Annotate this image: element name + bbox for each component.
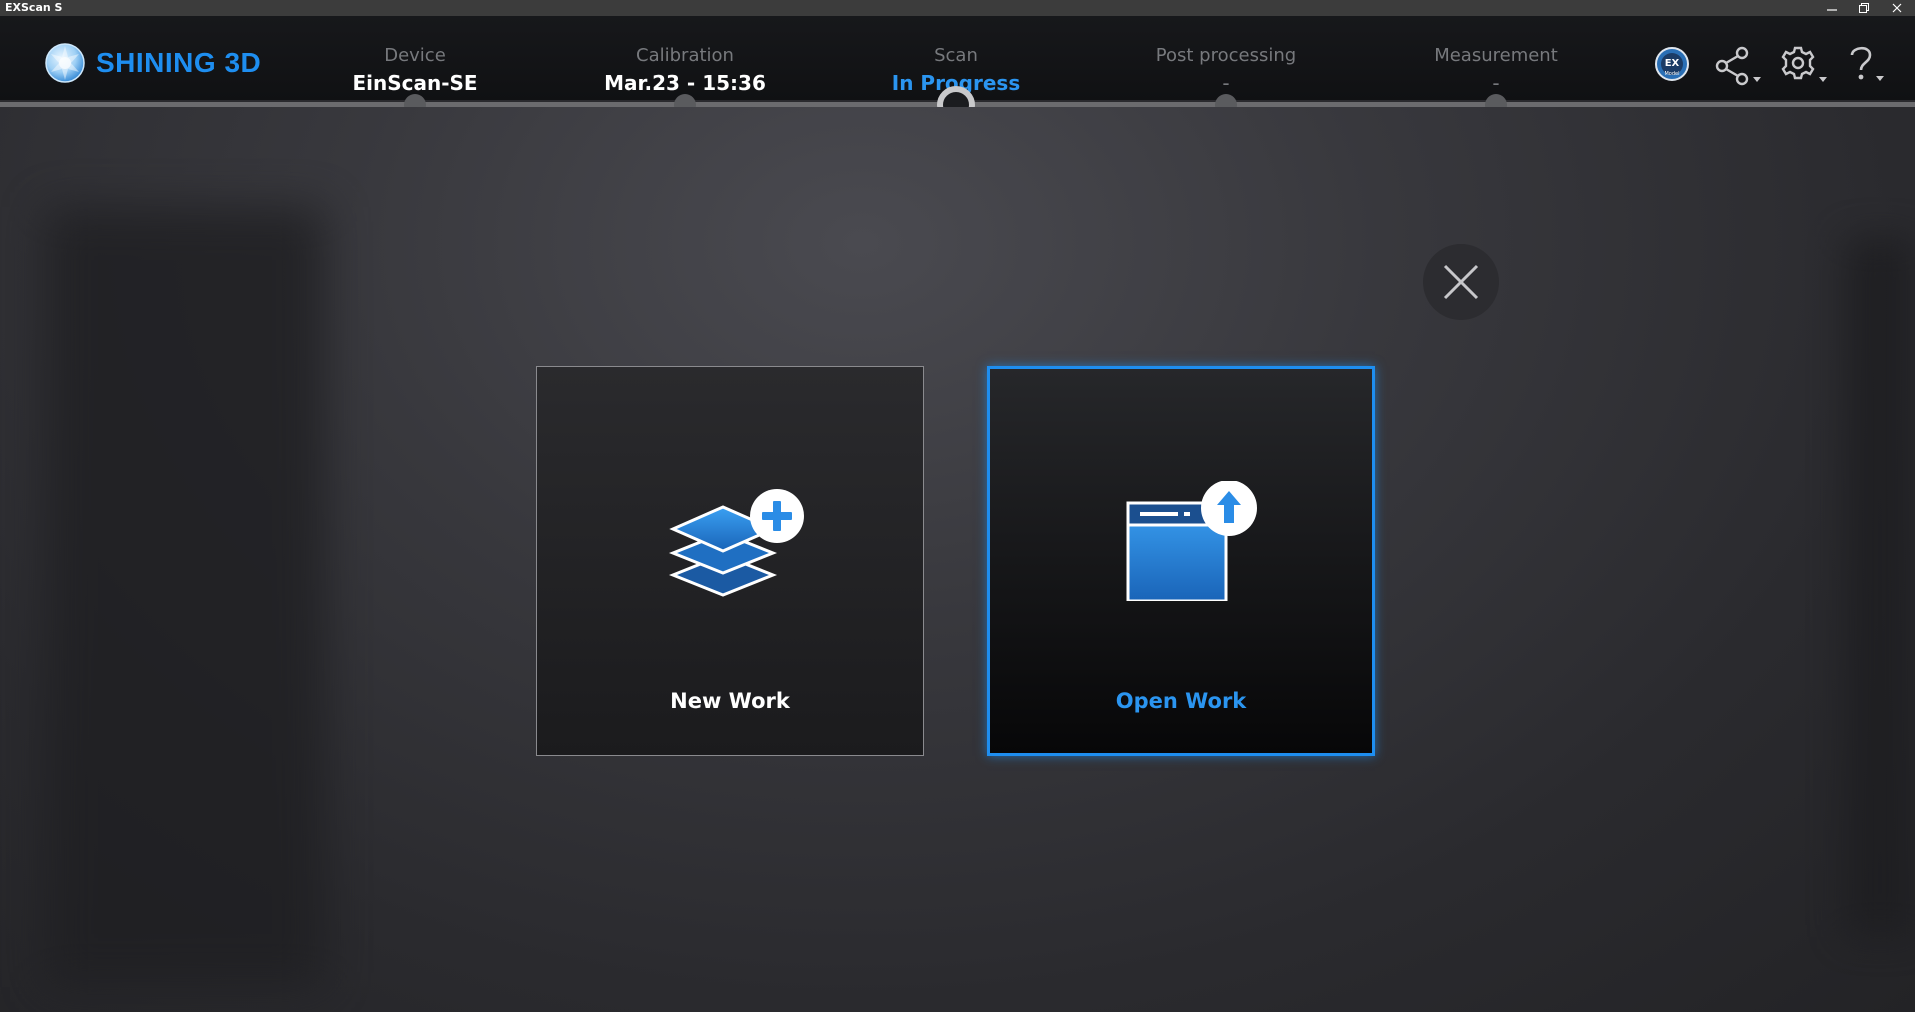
close-dialog-button[interactable] xyxy=(1423,244,1499,320)
svg-text:EX: EX xyxy=(1665,58,1680,69)
new-project-layers-icon xyxy=(668,489,804,597)
help-icon xyxy=(1850,46,1884,81)
step-label: Calibration xyxy=(636,45,734,66)
ex-model-button[interactable]: EX Model xyxy=(1654,46,1690,86)
settings-button[interactable] xyxy=(1780,44,1828,90)
step-label: Scan xyxy=(934,45,978,66)
window-close-button[interactable] xyxy=(1883,0,1911,16)
share-icon xyxy=(1715,46,1761,86)
new-work-card[interactable]: New Work xyxy=(536,366,924,756)
brand-name: SHINING 3D xyxy=(96,47,262,78)
brand-logo: SHINING 3D xyxy=(44,42,261,84)
settings-icon xyxy=(1781,46,1827,82)
open-project-icon xyxy=(1126,481,1257,601)
step-label: Post processing xyxy=(1155,45,1297,66)
ex-model-icon: EX Model xyxy=(1655,47,1689,81)
window-titlebar: EXScan S xyxy=(0,0,1915,16)
main-stage: New Work Open Work xyxy=(0,107,1915,1012)
open-work-label: Open Work xyxy=(1115,689,1247,713)
window-close-icon xyxy=(1892,3,1902,13)
step-label: Measurement xyxy=(1434,45,1558,66)
window-title: EXScan S xyxy=(5,1,63,14)
help-button[interactable] xyxy=(1846,43,1892,89)
minimize-icon xyxy=(1827,9,1837,11)
step-label: Device xyxy=(384,45,446,66)
step-post-processing: Post processing - xyxy=(1106,44,1346,98)
minimize-button[interactable] xyxy=(1818,0,1846,16)
restore-button[interactable] xyxy=(1850,0,1878,16)
step-device: Device EinScan-SE xyxy=(295,44,535,98)
step-measurement: Measurement - xyxy=(1376,44,1616,98)
restore-icon xyxy=(1859,3,1869,13)
new-work-label: New Work xyxy=(670,689,790,713)
share-button[interactable] xyxy=(1714,46,1762,90)
close-icon xyxy=(1443,264,1479,300)
svg-text:Model: Model xyxy=(1664,71,1679,77)
shining3d-logo-icon xyxy=(45,43,85,83)
blurred-background-toolbar xyxy=(1845,237,1915,937)
step-calibration: Calibration Mar.23 - 15:36 xyxy=(565,44,805,98)
blurred-background-panel xyxy=(45,207,325,987)
open-work-card[interactable]: Open Work xyxy=(987,366,1375,756)
